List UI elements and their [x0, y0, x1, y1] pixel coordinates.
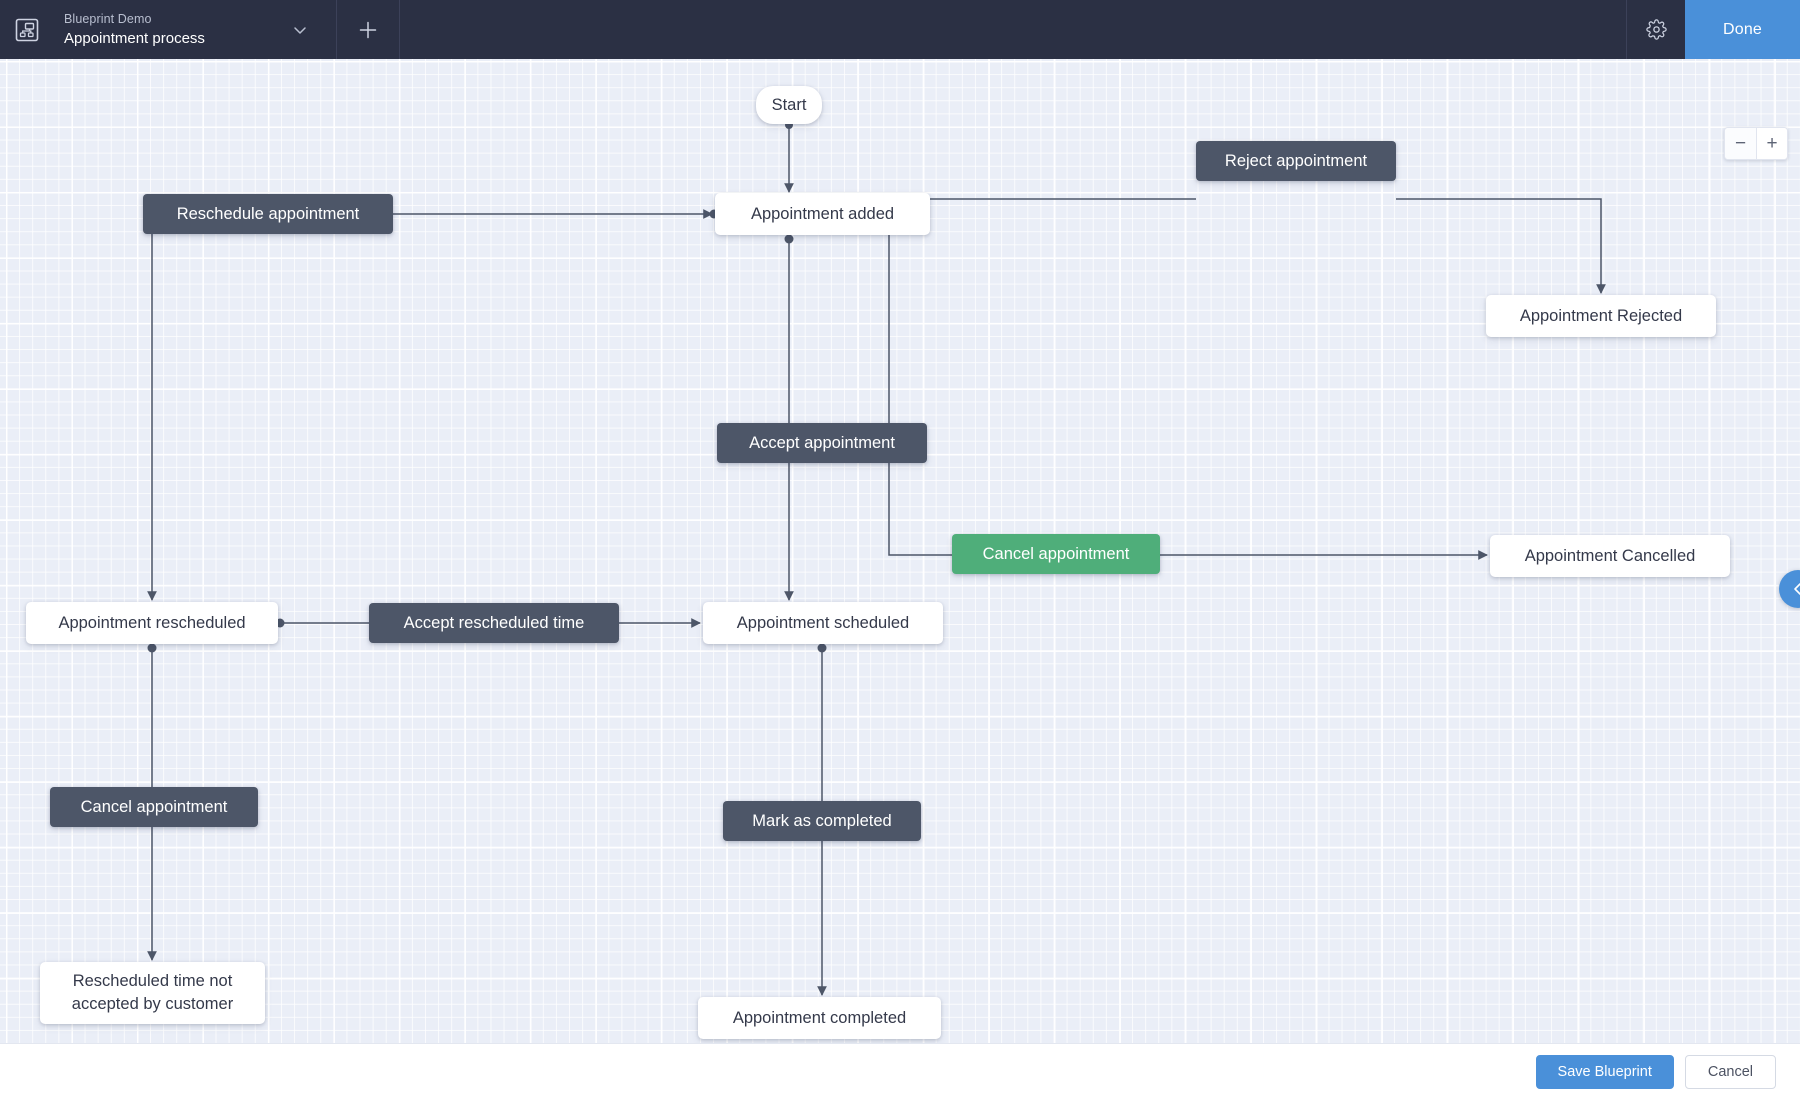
- node-label: Appointment added: [750, 204, 895, 223]
- cancel-button[interactable]: Cancel: [1684, 1055, 1776, 1089]
- node-appt_added[interactable]: Appointment added: [715, 193, 930, 235]
- node-label: Reschedule appointment: [176, 204, 360, 223]
- node-accept_appt[interactable]: Accept appointment: [717, 423, 927, 463]
- blueprint-icon: [0, 0, 54, 59]
- node-label: Rescheduled time not accepted by custome…: [71, 972, 234, 1013]
- node-appt_completed[interactable]: Appointment completed: [698, 997, 941, 1039]
- node-label: Accept rescheduled time: [403, 613, 585, 632]
- node-cancel_appt_1[interactable]: Cancel appointment: [952, 534, 1160, 574]
- blueprint-selector-dropdown[interactable]: [264, 0, 336, 59]
- blueprint-editor: Blueprint Demo Appointment process Done: [0, 0, 1800, 1100]
- zoom-in-button[interactable]: +: [1756, 128, 1787, 159]
- zoom-out-button[interactable]: −: [1725, 128, 1756, 159]
- node-label: Appointment rescheduled: [58, 613, 246, 632]
- node-label: Appointment completed: [732, 1008, 907, 1027]
- node-label: Start: [771, 95, 807, 114]
- page-title: Appointment process: [64, 29, 205, 47]
- footer-actions: Save Blueprint Cancel: [0, 1043, 1800, 1100]
- node-reject_appt[interactable]: Reject appointment: [1196, 141, 1396, 181]
- settings-button[interactable]: [1627, 0, 1685, 59]
- node-label: Cancel appointment: [982, 544, 1130, 563]
- node-label: Cancel appointment: [80, 797, 228, 816]
- diagram-canvas[interactable]: Start Appointment added Reschedule appoint…: [0, 59, 1800, 1043]
- save-blueprint-button[interactable]: Save Blueprint: [1535, 1055, 1674, 1089]
- chevron-down-icon: [294, 26, 306, 34]
- header-titles: Blueprint Demo Appointment process: [54, 0, 264, 59]
- node-cancel_appt_2[interactable]: Cancel appointment: [50, 787, 258, 827]
- node-appt_cancelled[interactable]: Appointment Cancelled: [1490, 535, 1730, 577]
- node-label: Reject appointment: [1224, 151, 1368, 170]
- header-spacer: [400, 0, 1626, 59]
- add-blueprint-button[interactable]: [337, 0, 399, 59]
- done-button[interactable]: Done: [1685, 0, 1800, 59]
- chevron-left-icon: [1794, 583, 1800, 595]
- gear-icon: [1645, 19, 1667, 40]
- node-appt_rescheduled[interactable]: Appointment rescheduled: [26, 602, 278, 644]
- node-label: Appointment Rejected: [1519, 306, 1683, 325]
- node-label: Mark as completed: [752, 811, 892, 830]
- node-appt_rejected[interactable]: Appointment Rejected: [1486, 295, 1716, 337]
- node-appt_scheduled[interactable]: Appointment scheduled: [703, 602, 943, 644]
- node-label: Accept appointment: [749, 433, 895, 452]
- node-label: Appointment Cancelled: [1524, 546, 1696, 565]
- node-accept_resch[interactable]: Accept rescheduled time: [369, 603, 619, 643]
- node-label: Appointment scheduled: [736, 613, 910, 632]
- node-mark_completed[interactable]: Mark as completed: [723, 801, 921, 841]
- node-start[interactable]: Start: [756, 86, 822, 124]
- zoom-controls[interactable]: − +: [1724, 127, 1788, 160]
- node-resch_not_acc[interactable]: Rescheduled time not accepted by custome…: [40, 962, 265, 1024]
- plus-icon: [359, 21, 377, 38]
- blueprint-subtitle: Blueprint Demo: [64, 11, 152, 26]
- node-reschedule_appt[interactable]: Reschedule appointment: [143, 194, 393, 234]
- app-header: Blueprint Demo Appointment process Done: [0, 0, 1800, 59]
